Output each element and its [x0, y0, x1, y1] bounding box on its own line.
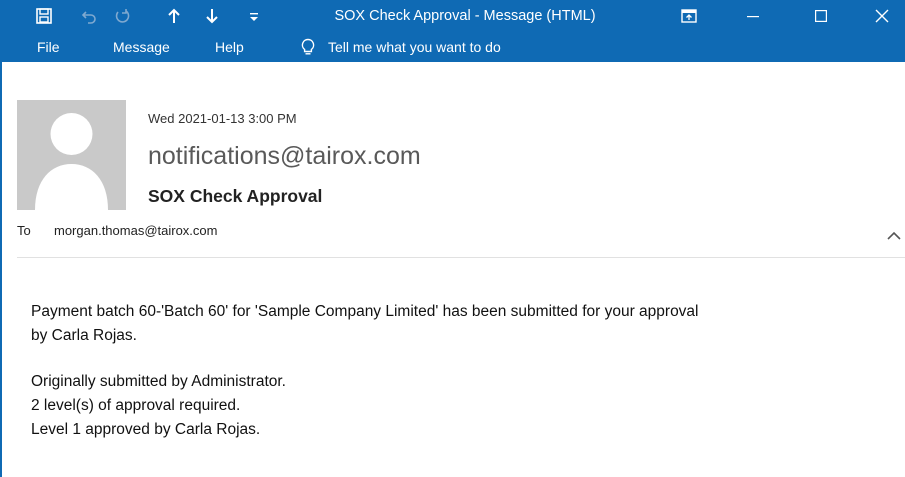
body-line: Originally submitted by Administrator.: [31, 373, 286, 390]
body-line: Level 1 approved by Carla Rojas.: [31, 421, 261, 438]
body-line: by Carla Rojas.: [31, 327, 137, 344]
header-divider: [17, 257, 905, 258]
window-left-border: [0, 62, 2, 477]
menu-file[interactable]: File: [37, 32, 60, 62]
menu-message[interactable]: Message: [113, 32, 170, 62]
person-avatar-icon: [17, 100, 126, 210]
to-label: To: [17, 223, 31, 238]
maximize-icon[interactable]: [798, 0, 844, 32]
undo-icon[interactable]: [77, 0, 101, 32]
close-icon[interactable]: [859, 0, 905, 32]
tell-me-box[interactable]: Tell me what you want to do: [300, 32, 501, 62]
recipient-address[interactable]: morgan.thomas@tairox.com: [54, 223, 217, 238]
customize-quick-access-icon[interactable]: [246, 0, 262, 32]
quick-access-row: SOX Check Approval - Message (HTML): [0, 0, 905, 32]
body-line: 2 level(s) of approval required.: [31, 397, 241, 414]
arrow-down-icon[interactable]: [202, 0, 222, 32]
message-body: Payment batch 60-'Batch 60' for 'Sample …: [31, 300, 891, 442]
chevron-up-icon[interactable]: [886, 228, 902, 242]
minimize-icon[interactable]: [730, 0, 776, 32]
sent-date: Wed 2021-01-13 3:00 PM: [148, 111, 297, 126]
tell-me-label: Tell me what you want to do: [328, 39, 501, 55]
redo-icon[interactable]: [110, 0, 134, 32]
save-icon[interactable]: [28, 0, 60, 32]
message-subject: SOX Check Approval: [148, 186, 323, 206]
lightbulb-icon: [300, 38, 316, 56]
menu-help[interactable]: Help: [215, 32, 244, 62]
sender-address[interactable]: notifications@tairox.com: [148, 142, 421, 171]
arrow-up-icon[interactable]: [164, 0, 184, 32]
window-title: SOX Check Approval - Message (HTML): [334, 8, 596, 24]
title-bar: SOX Check Approval - Message (HTML) File…: [0, 0, 905, 62]
body-line: Payment batch 60-'Batch 60' for 'Sample …: [31, 303, 699, 320]
ribbon-display-options-icon[interactable]: [666, 0, 712, 32]
menu-bar: File Message Help Tell me what you want …: [0, 32, 905, 62]
